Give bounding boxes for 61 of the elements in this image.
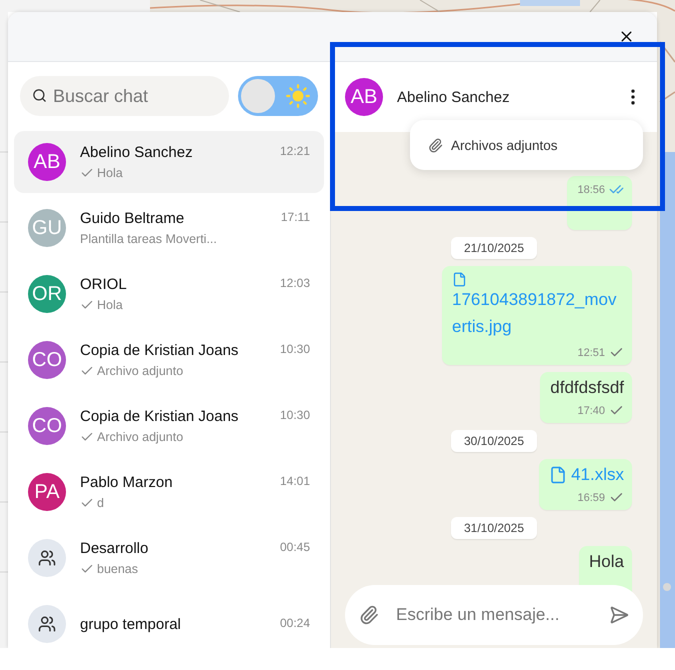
date-separator: 31/10/2025 [450, 517, 538, 539]
chat-item[interactable]: GU Guido Beltrame 17:11 Plantilla tareas Moverti... [14, 197, 324, 259]
paperclip-icon [428, 138, 443, 152]
avatar: AB [28, 143, 66, 181]
message-time: 17:40 [577, 404, 605, 416]
file-icon [452, 272, 467, 288]
chat-name: Guido Beltrame [80, 210, 184, 227]
chat-item[interactable]: Desarrollo 00:45 buenas [14, 527, 324, 589]
search-icon [32, 88, 47, 103]
chat-preview: Archivo adjunto [97, 430, 184, 444]
avatar: AB [345, 78, 383, 116]
contact-name: Abelino Sanchez [397, 88, 511, 106]
chat-name: Abelino Sanchez [80, 144, 193, 161]
date-separator: 30/10/2025 [450, 430, 538, 452]
chat-name: Copia de Kristian Joans [80, 408, 238, 425]
chat-item[interactable]: CO Copia de Kristian Joans 10:30 Archivo adjunto [14, 395, 324, 457]
chat-time: 17:11 [280, 210, 310, 224]
message-text: Hola [589, 552, 624, 572]
sun-icon [285, 83, 311, 109]
avatar: CO [28, 407, 66, 445]
chat-item[interactable]: CO Copia de Kristian Joans 10:30 Archivo adjunto [14, 329, 324, 391]
chat-preview: d [97, 496, 104, 510]
chat-name: Pablo Marzon [80, 474, 173, 491]
chat-time: 00:24 [280, 616, 310, 630]
chat-name: ORIOL [80, 276, 127, 293]
menu-item[interactable]: Archivos adjuntos [428, 138, 558, 152]
avatar: GU [28, 209, 66, 247]
chat-name: Copia de Kristian Joans [80, 342, 238, 359]
avatar: OR [28, 275, 66, 313]
date-separator: 21/10/2025 [450, 237, 538, 260]
chat-item[interactable]: OR ORIOL 12:03 Hola [14, 263, 324, 325]
paperclip-icon[interactable] [359, 605, 379, 625]
chat-preview: buenas [97, 562, 138, 576]
send-icon[interactable] [609, 605, 629, 625]
file-icon [549, 466, 568, 484]
message-text: dfdfdsfsdf [550, 378, 624, 398]
chat-time: 00:45 [280, 540, 310, 554]
chat-time: 12:03 [280, 276, 310, 290]
theme-toggle[interactable] [238, 76, 318, 116]
message-time: 16:59 [577, 492, 605, 504]
avatar: CO [28, 341, 66, 379]
message-time: 18:56 [577, 184, 605, 196]
chat-item[interactable]: AB Abelino Sanchez 12:21 Hola [14, 131, 324, 193]
chat-preview: Hola [97, 298, 123, 312]
chat-name: Desarrollo [80, 540, 148, 557]
chat-name: grupo temporal [80, 616, 181, 632]
search-field[interactable]: Buscar chat [20, 76, 229, 116]
message-time: 12:51 [577, 346, 605, 358]
chat-preview: Plantilla tareas Moverti... [80, 232, 217, 246]
chat-item[interactable]: grupo temporal 00:24 [14, 593, 324, 648]
chat-preview: Hola [97, 166, 123, 180]
chat-time: 12:21 [280, 144, 310, 158]
chat-time: 10:30 [280, 408, 310, 422]
avatar: PA [28, 473, 66, 511]
chat-item[interactable]: PA Pablo Marzon 14:01 d [14, 461, 324, 523]
chat-time: 10:30 [280, 342, 310, 356]
group-avatar [28, 539, 66, 577]
group-avatar [28, 605, 66, 643]
message-field[interactable]: Escribe un mensaje... [345, 585, 643, 645]
chat-preview: Archivo adjunto [97, 364, 184, 378]
chat-time: 14:01 [280, 474, 310, 488]
